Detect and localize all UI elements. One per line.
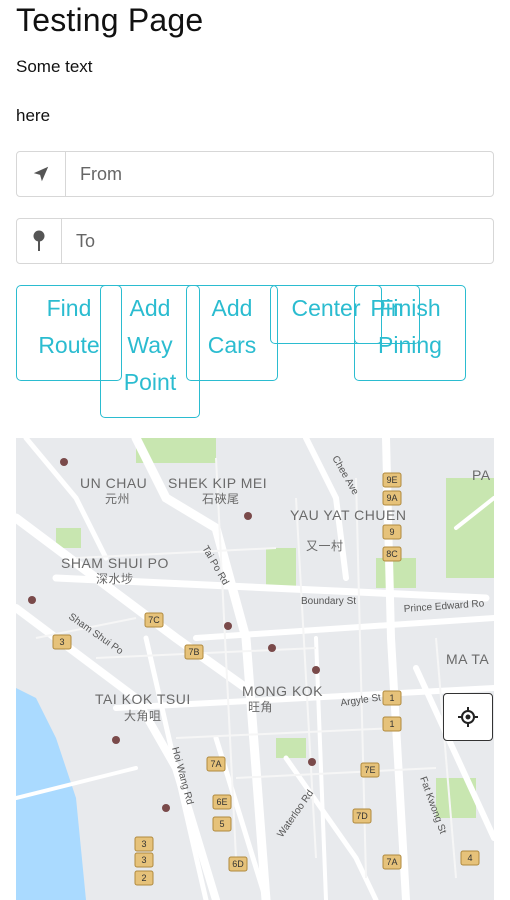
label-shek-kip-mei: SHEK KIP MEI: [168, 475, 267, 491]
route-shield-label: 9A: [386, 493, 397, 503]
label-yau-yat: YAU YAT CHUEN: [290, 507, 406, 523]
route-shield-label: 3: [59, 637, 64, 647]
park-area: [56, 528, 81, 548]
route-shield-label: 9: [389, 527, 394, 537]
label-yau-yat-cn: 又一村: [306, 539, 344, 553]
label-mong-kok: MONG KOK: [242, 683, 323, 699]
route-shield-label: 3: [141, 839, 146, 849]
to-input[interactable]: [62, 219, 493, 263]
route-shield-label: 7D: [356, 811, 368, 821]
route-shield-label: 1: [389, 693, 394, 703]
route-shield-label: 5: [219, 819, 224, 829]
map-view[interactable]: UN CHAU 元州 SHEK KIP MEI 石硤尾 YAU YAT CHUE…: [16, 438, 494, 900]
park-area: [276, 738, 306, 758]
label-un-chau: UN CHAU: [80, 475, 147, 491]
park-area: [266, 548, 296, 588]
route-shield-label: 7A: [210, 759, 221, 769]
park-area: [376, 558, 416, 588]
my-location-button[interactable]: [443, 693, 493, 741]
route-shield-label: 2: [141, 873, 146, 883]
route-shield-label: 6D: [232, 859, 244, 869]
location-arrow-icon: [17, 152, 66, 196]
route-shield-label: 7E: [364, 765, 375, 775]
label-ma-ta: MA TA: [446, 651, 489, 667]
label-shek-kip-mei-cn: 石硤尾: [202, 492, 240, 506]
route-shield-label: 7A: [386, 857, 397, 867]
from-input[interactable]: [66, 152, 493, 196]
crosshair-icon: [458, 707, 478, 727]
label-un-chau-cn: 元州: [105, 492, 130, 506]
route-shield-label: 3: [141, 855, 146, 865]
from-input-group: [16, 151, 494, 197]
route-shield-label: 4: [467, 853, 472, 863]
add-way-point-button[interactable]: Add Way Point: [100, 285, 200, 418]
park-area: [446, 478, 494, 578]
route-shield-label: 6E: [216, 797, 227, 807]
page-title: Testing Page: [16, 2, 204, 38]
route-shield-label: 8C: [386, 549, 398, 559]
map-canvas: UN CHAU 元州 SHEK KIP MEI 石硤尾 YAU YAT CHUE…: [16, 438, 494, 900]
intro-text-line-2: here: [16, 106, 51, 125]
label-tai-kok-tsui: TAI KOK TSUI: [95, 691, 191, 707]
route-shield-label: 7B: [188, 647, 199, 657]
label-sham-shui-po-cn: 深水埗: [96, 572, 134, 586]
label-tai-kok-tsui-cn: 大角咀: [124, 709, 162, 723]
label-pa: PA: [472, 467, 491, 483]
finish-pining-button[interactable]: Finish Pining: [354, 285, 466, 381]
route-shield-label: 9E: [386, 475, 397, 485]
to-input-group: [16, 218, 494, 264]
add-cars-button[interactable]: Add Cars: [186, 285, 278, 381]
label-boundary-st: Boundary St: [301, 596, 356, 607]
label-mong-kok-cn: 旺角: [248, 700, 273, 714]
route-shield-label: 1: [389, 719, 394, 729]
intro-text-line-1: Some text: [16, 57, 93, 76]
label-sham-shui-po: SHAM SHUI PO: [61, 555, 169, 571]
map-pin-icon: [17, 219, 62, 263]
route-shield-label: 7C: [148, 615, 160, 625]
